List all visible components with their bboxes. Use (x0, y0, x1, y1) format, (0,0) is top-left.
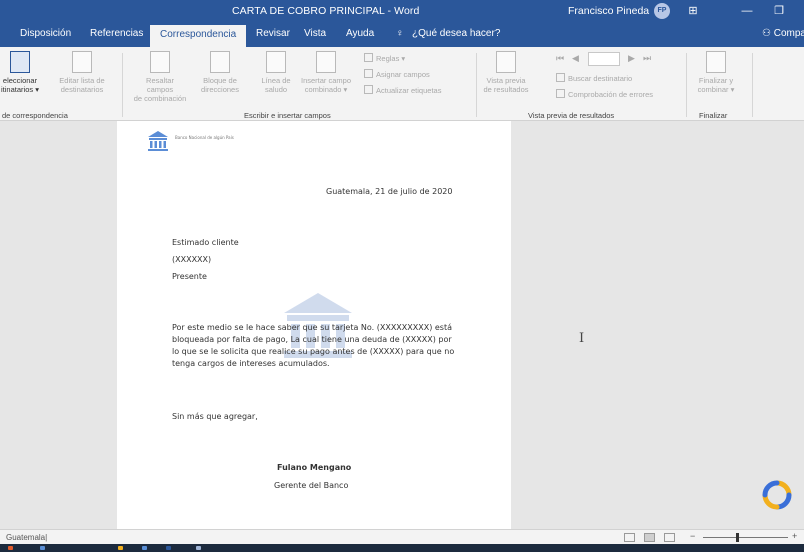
status-text: Guatemala| (6, 533, 48, 542)
preview-results-button[interactable]: Vista previa de resultados (478, 51, 534, 94)
ribbon-display-options-icon[interactable]: ⊞ (684, 3, 702, 19)
user-avatar[interactable]: FP (654, 3, 670, 19)
record-number-input[interactable] (588, 52, 620, 66)
bank-logo-icon (148, 131, 168, 151)
tab-disposicion[interactable]: Disposición (20, 28, 71, 39)
bank-name: Banco Nacional de algún País (175, 135, 234, 140)
recipient-name-field: (XXXXXX) (172, 255, 212, 264)
user-name[interactable]: Francisco Pineda (568, 5, 649, 17)
recording-logo-icon (762, 480, 792, 510)
greeting-line-icon (266, 51, 286, 73)
previous-record-icon[interactable]: ◀ (572, 53, 579, 64)
group-label-start: de correspondencia (2, 111, 68, 120)
address-block-icon (210, 51, 230, 73)
os-taskbar (0, 544, 804, 552)
last-record-icon[interactable]: ⏭ (643, 53, 651, 64)
address-block-button[interactable]: Bloque de direcciones (192, 51, 248, 94)
signer-title: Gerente del Banco (274, 481, 349, 490)
lightbulb-icon: ♀ (396, 28, 404, 39)
tab-referencias[interactable]: Referencias (90, 28, 143, 39)
group-label-write-insert: Escribir e insertar campos (244, 111, 331, 120)
web-layout-view-icon[interactable] (664, 533, 675, 542)
preview-icon (496, 51, 516, 73)
salutation: Estimado cliente (172, 238, 239, 247)
body-line: lo que se le solicita que realice su pag… (172, 347, 455, 356)
window-title: CARTA DE COBRO PRINCIPAL - Word (232, 5, 420, 17)
zoom-slider[interactable] (703, 537, 788, 538)
group-separator (686, 53, 687, 117)
tab-vista[interactable]: Vista (304, 28, 326, 39)
zoom-slider-thumb[interactable] (736, 533, 739, 542)
edit-list-icon (72, 51, 92, 73)
minimize-icon[interactable]: — (738, 3, 756, 19)
first-record-icon[interactable]: ⏮ (556, 53, 564, 64)
find-recipient-button[interactable]: Buscar destinatario (556, 73, 632, 83)
ribbon-correspondencia: eleccionar itinatarios ▾ Editar lista de… (0, 47, 804, 121)
find-recipient-icon (556, 73, 565, 82)
read-mode-view-icon[interactable] (624, 533, 635, 542)
print-layout-view-icon[interactable] (644, 533, 655, 542)
text-cursor-icon: I (579, 331, 585, 346)
taskbar-word-icon[interactable] (166, 546, 171, 550)
taskbar-app-icon[interactable] (118, 546, 123, 550)
signer-name: Fulano Mengano (277, 463, 352, 472)
taskbar-app-icon[interactable] (142, 546, 147, 550)
insert-merge-field-button[interactable]: Insertar campo combinado ▾ (298, 51, 354, 94)
group-separator (122, 53, 123, 117)
greeting-line-button[interactable]: Línea de saludo (248, 51, 304, 94)
next-record-icon[interactable]: ▶ (628, 53, 635, 64)
taskbar-app-icon[interactable] (196, 546, 201, 550)
rules-button[interactable]: Reglas ▾ (364, 53, 405, 63)
title-bar: CARTA DE COBRO PRINCIPAL - Word Francisc… (0, 0, 804, 22)
ribbon-tab-bar: Disposición Referencias Correspondencia … (0, 22, 804, 47)
tell-me-search[interactable]: ¿Qué desea hacer? (412, 28, 500, 39)
match-fields-button[interactable]: Asignar campos (364, 69, 430, 79)
highlight-merge-fields-button[interactable]: Resaltar campos de combinación (132, 51, 188, 103)
restore-icon[interactable]: ❐ (770, 3, 788, 19)
match-fields-icon (364, 69, 373, 78)
zoom-out-icon[interactable]: − (690, 531, 695, 541)
tab-correspondencia[interactable]: Correspondencia (150, 25, 247, 47)
tab-revisar[interactable]: Revisar (256, 28, 290, 39)
recipients-icon (10, 51, 30, 73)
person-icon: ⚇ (762, 28, 774, 39)
document-page[interactable]: Banco Nacional de algún País Guatemala, … (117, 121, 511, 529)
group-label-finish: Finalizar (699, 111, 728, 120)
share-button[interactable]: ⚇ Compar (762, 28, 804, 39)
taskbar-app-icon[interactable] (40, 546, 45, 550)
date-line: Guatemala, 21 de julio de 2020 (326, 187, 453, 196)
update-labels-button[interactable]: Actualizar etiquetas (364, 85, 441, 95)
highlight-fields-icon (150, 51, 170, 73)
finish-merge-icon (706, 51, 726, 73)
edit-recipient-list-button[interactable]: Editar lista de destinatarios (54, 51, 110, 94)
update-labels-icon (364, 85, 373, 94)
check-errors-icon (556, 89, 565, 98)
closing-line: Sin más que agregar, (172, 412, 258, 421)
group-separator (476, 53, 477, 117)
zoom-in-icon[interactable]: + (792, 531, 797, 541)
status-bar: Guatemala| − + (0, 529, 804, 544)
presente-line: Presente (172, 272, 207, 281)
body-line: bloqueada por falta de pago, La cual tie… (172, 335, 452, 344)
rules-icon (364, 53, 373, 62)
body-line: Por este medio se le hace saber que su t… (172, 323, 452, 332)
start-icon[interactable] (8, 546, 13, 550)
finish-merge-button[interactable]: Finalizar y combinar ▾ (688, 51, 744, 94)
check-errors-button[interactable]: Comprobación de errores (556, 89, 653, 99)
select-recipients-button[interactable]: eleccionar itinatarios ▾ (0, 51, 48, 94)
group-label-preview: Vista previa de resultados (528, 111, 615, 120)
insert-field-icon (316, 51, 336, 73)
tab-ayuda[interactable]: Ayuda (346, 28, 374, 39)
group-separator (752, 53, 753, 117)
document-canvas[interactable]: Banco Nacional de algún País Guatemala, … (0, 121, 804, 529)
body-line: tenga cargos de intereses acumulados. (172, 359, 330, 368)
